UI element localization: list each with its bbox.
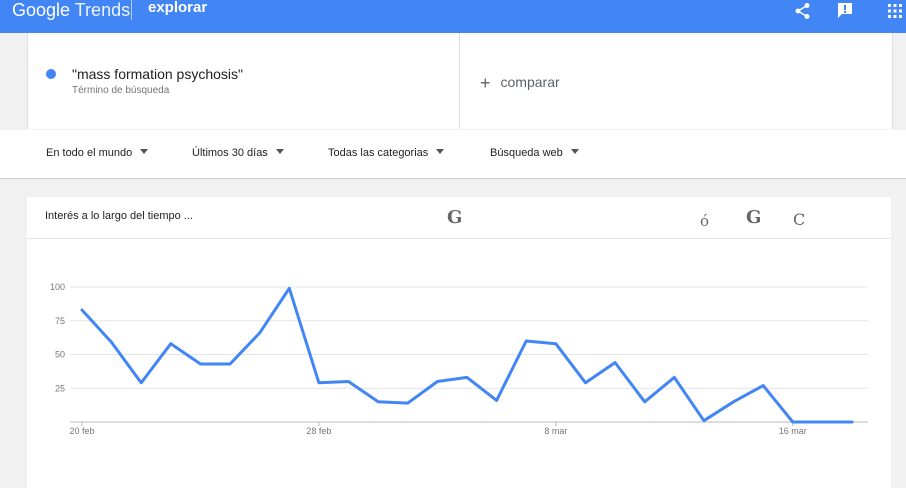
search-term-text[interactable]: "mass formation psychosis" (72, 66, 243, 82)
compare-label: comparar (500, 74, 560, 90)
glyph-o-icon[interactable]: ó (700, 212, 709, 230)
series-line (80, 286, 854, 424)
y-tick-label: 25 (55, 383, 65, 393)
period-filter-label: Últimos 30 días (192, 147, 268, 159)
apps-grid-icon[interactable] (886, 2, 904, 20)
glyph-c-icon[interactable]: C (793, 210, 805, 229)
dropdown-caret-icon (140, 149, 149, 154)
interest-over-time-card: Interés a lo largo del tiempo ... G ó G … (27, 197, 891, 488)
dropdown-caret-icon (275, 149, 284, 154)
region-filter[interactable]: En todo el mundo (46, 147, 149, 159)
search-type-filter[interactable]: Búsqueda web (490, 147, 579, 159)
top-app-bar: Google Trends explorar (0, 0, 906, 33)
category-filter-label: Todas las categorias (328, 147, 429, 159)
y-tick-label: 50 (55, 350, 65, 360)
google-trends-logo[interactable]: Google Trends (12, 0, 130, 20)
glyph-g-icon[interactable]: G (746, 207, 761, 228)
share-icon[interactable] (794, 2, 812, 20)
search-term-type: Término de búsqueda (72, 85, 170, 96)
x-tick-label: 28 feb (306, 426, 331, 436)
search-terms-card: "mass formation psychosis" Término de bú… (27, 33, 893, 129)
page-title: explorar (148, 0, 208, 16)
logo-google-text: Google (12, 0, 71, 20)
term-color-dot (46, 69, 56, 79)
region-filter-label: En todo el mundo (46, 147, 133, 159)
search-term-box[interactable]: "mass formation psychosis" Término de bú… (28, 33, 460, 129)
y-tick-label: 100 (50, 282, 65, 292)
x-tick-label: 8 mar (544, 426, 567, 436)
feedback-icon[interactable] (836, 2, 854, 20)
compare-button[interactable]: + comparar (480, 73, 560, 94)
header-divider (131, 0, 132, 20)
line-chart: 25 50 75 100 20 feb 28 feb 8 mar 16 mar (50, 282, 868, 436)
glyph-g-icon[interactable]: G (447, 207, 462, 228)
plus-icon: + (480, 73, 491, 93)
search-type-filter-label: Búsqueda web (490, 147, 563, 159)
period-filter[interactable]: Últimos 30 días (192, 147, 284, 159)
chart-header: Interés a lo largo del tiempo ... G ó G … (27, 197, 891, 239)
x-tick-label: 20 feb (69, 426, 94, 436)
filters-bar: En todo el mundo Últimos 30 días Todas l… (0, 130, 906, 179)
x-tick-label: 16 mar (779, 426, 807, 436)
y-tick-label: 75 (55, 316, 65, 326)
chart-title: Interés a lo largo del tiempo ... (45, 210, 193, 222)
logo-trends-text: Trends (74, 0, 131, 20)
category-filter[interactable]: Todas las categorias (328, 147, 445, 159)
dropdown-caret-icon (436, 149, 445, 154)
dropdown-caret-icon (570, 149, 579, 154)
